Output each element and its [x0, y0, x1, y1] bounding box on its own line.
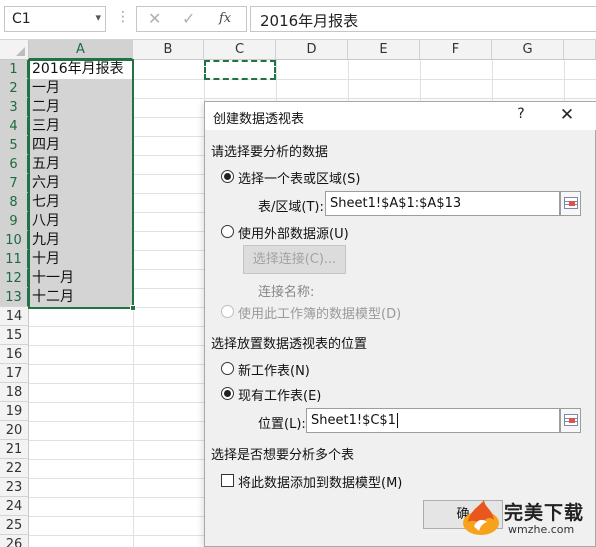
radio-disabled-icon[interactable]	[221, 305, 234, 318]
table-range-input[interactable]: Sheet1!$A$1:$A$13	[325, 191, 560, 216]
row-header[interactable]: 13	[0, 288, 29, 307]
collapse-location-button[interactable]	[560, 408, 581, 433]
section-choose-location: 选择放置数据透视表的位置	[211, 337, 368, 352]
row-header[interactable]: 15	[0, 326, 29, 345]
row-header[interactable]: 21	[0, 440, 29, 459]
collapse-range-button[interactable]	[560, 191, 581, 216]
row-header[interactable]: 6	[0, 155, 29, 174]
connection-name-label: 连接名称:	[258, 285, 315, 300]
row-header[interactable]: 18	[0, 383, 29, 402]
formula-bar: C1 ▾ ⋮ ✕ ✓ fx 2016年月报表	[0, 0, 596, 40]
radio-label: 选择一个表或区域(S)	[238, 172, 361, 187]
text-caret	[396, 413, 398, 428]
formula-value: 2016年月报表	[260, 12, 359, 30]
name-box[interactable]: C1 ▾	[4, 6, 106, 32]
row-header[interactable]: 14	[0, 307, 29, 326]
location-text: Sheet1!$C$1	[311, 413, 396, 428]
row-header[interactable]: 10	[0, 231, 29, 250]
help-button[interactable]: ?	[511, 106, 531, 126]
column-header-c[interactable]: C	[204, 40, 276, 60]
column-header-partial[interactable]	[564, 40, 596, 60]
location-value: Sheet1!$C$1	[311, 413, 398, 428]
name-box-value: C1	[12, 11, 31, 27]
chevron-down-icon[interactable]: ▾	[95, 11, 101, 24]
close-button[interactable]: ✕	[554, 105, 580, 127]
row-header[interactable]: 9	[0, 212, 29, 231]
radio-label: 使用此工作簿的数据模型(D)	[238, 307, 402, 322]
dialog-title: 创建数据透视表	[213, 112, 305, 127]
watermark-url: wmzhe.com	[508, 523, 575, 536]
column-header-f[interactable]: F	[420, 40, 492, 60]
range-select-icon	[564, 414, 578, 426]
section-choose-data: 请选择要分析的数据	[211, 145, 329, 160]
row-header[interactable]: 19	[0, 402, 29, 421]
table-range-value: Sheet1!$A$1:$A$13	[330, 196, 462, 211]
row-header[interactable]: 4	[0, 117, 29, 136]
column-header-g[interactable]: G	[492, 40, 564, 60]
watermark-flame-logo	[463, 500, 499, 535]
checkbox-unchecked-icon[interactable]	[221, 474, 234, 487]
column-header-e[interactable]: E	[348, 40, 420, 60]
row-header[interactable]: 3	[0, 98, 29, 117]
cancel-icon[interactable]: ✕	[148, 9, 161, 28]
row-header[interactable]: 25	[0, 516, 29, 535]
radio-checked-icon[interactable]	[221, 170, 234, 183]
row-header[interactable]: 11	[0, 250, 29, 269]
row-header[interactable]: 22	[0, 459, 29, 478]
radio-checked-icon[interactable]	[221, 387, 234, 400]
row-header[interactable]: 26	[0, 535, 29, 547]
column-header-b[interactable]: B	[133, 40, 204, 60]
choose-connection-button[interactable]: 选择连接(C)...	[243, 245, 346, 274]
row-header[interactable]: 20	[0, 421, 29, 440]
create-pivot-table-dialog: 创建数据透视表 ? ✕ 请选择要分析的数据 选择一个表或区域(S) 表/区域(T…	[204, 101, 596, 547]
row-header[interactable]: 24	[0, 497, 29, 516]
checkbox-label: 将此数据添加到数据模型(M)	[238, 476, 403, 491]
location-input[interactable]: Sheet1!$C$1	[306, 408, 560, 433]
dialog-title-bar[interactable]: 创建数据透视表 ? ✕	[205, 102, 596, 130]
insert-function-icon[interactable]: fx	[219, 11, 231, 26]
row-header[interactable]: 8	[0, 193, 29, 212]
radio-unchecked-icon[interactable]	[221, 362, 234, 375]
row-header[interactable]: 23	[0, 478, 29, 497]
row-header[interactable]: 17	[0, 364, 29, 383]
watermark-name: 完美下载	[504, 502, 585, 524]
formula-input[interactable]: 2016年月报表	[250, 6, 596, 32]
radio-label: 新工作表(N)	[238, 364, 310, 379]
table-range-label: 表/区域(T):	[258, 200, 324, 215]
column-header-a[interactable]: A	[29, 40, 133, 60]
row-header[interactable]: 12	[0, 269, 29, 288]
selection-border	[28, 59, 134, 309]
row-header[interactable]: 5	[0, 136, 29, 155]
row-header[interactable]: 1	[0, 60, 29, 79]
target-cell-marquee	[204, 60, 276, 80]
range-select-icon	[564, 197, 578, 209]
location-label: 位置(L):	[258, 417, 306, 432]
radio-label: 使用外部数据源(U)	[238, 227, 349, 242]
row-header[interactable]: 2	[0, 79, 29, 98]
radio-unchecked-icon[interactable]	[221, 225, 234, 238]
select-all-corner[interactable]	[0, 40, 29, 60]
radio-label: 现有工作表(E)	[238, 389, 322, 404]
vertical-dots-icon[interactable]: ⋮	[116, 9, 130, 25]
row-header[interactable]: 16	[0, 345, 29, 364]
section-multiple-tables: 选择是否想要分析多个表	[211, 448, 355, 463]
watermark: 完美下载 wmzhe.com	[458, 494, 594, 542]
enter-check-icon[interactable]: ✓	[182, 9, 195, 28]
row-header[interactable]: 7	[0, 174, 29, 193]
formula-buttons: ✕ ✓ fx	[136, 6, 247, 32]
column-header-d[interactable]: D	[276, 40, 348, 60]
fill-handle[interactable]	[130, 305, 136, 311]
